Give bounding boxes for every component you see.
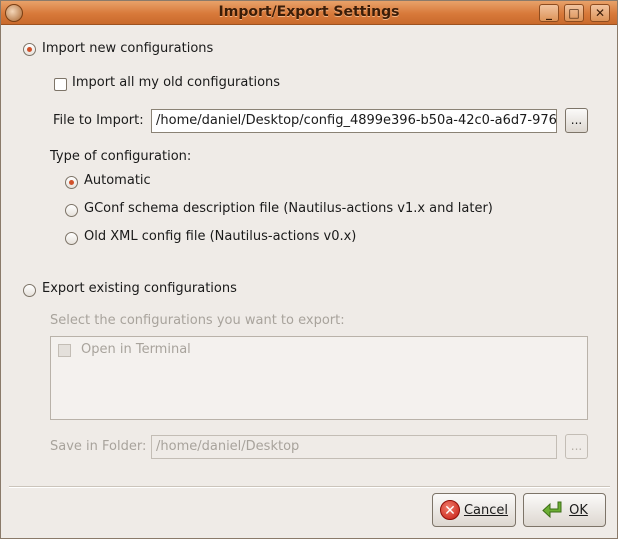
save-folder-input[interactable]: /home/daniel/Desktop xyxy=(151,435,557,459)
import-export-dialog: Import/Export Settings _ □ ✕ Import new … xyxy=(0,0,618,539)
export-select-label: Select the configurations you want to ex… xyxy=(50,313,345,328)
file-to-import-input[interactable]: /home/daniel/Desktop/config_4899e396-b50… xyxy=(151,109,557,133)
export-browse-button[interactable]: ... xyxy=(565,434,588,459)
cancel-button[interactable]: ✕ Cancel xyxy=(432,493,516,527)
separator xyxy=(9,486,610,488)
ok-button-label: OK xyxy=(569,502,588,518)
save-folder-label: Save in Folder: xyxy=(50,439,147,454)
export-config-list[interactable]: Open in Terminal xyxy=(50,336,588,420)
export-item-checkbox[interactable] xyxy=(58,344,71,357)
title-bar[interactable]: Import/Export Settings _ □ ✕ xyxy=(1,1,617,25)
close-button[interactable]: ✕ xyxy=(590,4,610,22)
export-item-label[interactable]: Open in Terminal xyxy=(81,342,191,357)
type-gconf-label[interactable]: GConf schema description file (Nautilus-… xyxy=(84,201,493,216)
export-radio[interactable] xyxy=(23,284,36,297)
cancel-icon: ✕ xyxy=(439,500,460,520)
import-old-label[interactable]: Import all my old configurations xyxy=(72,75,280,90)
type-oldxml-radio[interactable] xyxy=(65,232,78,245)
ok-arrow-icon xyxy=(542,501,562,519)
import-radio[interactable] xyxy=(23,43,36,56)
import-radio-label[interactable]: Import new configurations xyxy=(42,41,213,56)
type-gconf-radio[interactable] xyxy=(65,204,78,217)
type-automatic-radio[interactable] xyxy=(65,176,78,189)
export-radio-label[interactable]: Export existing configurations xyxy=(42,281,237,296)
cancel-button-label: Cancel xyxy=(463,502,509,518)
type-automatic-label[interactable]: Automatic xyxy=(84,173,151,188)
import-browse-button[interactable]: ... xyxy=(565,108,588,133)
config-type-label: Type of configuration: xyxy=(50,149,192,164)
import-old-checkbox[interactable] xyxy=(54,78,67,91)
type-oldxml-label[interactable]: Old XML config file (Nautilus-actions v0… xyxy=(84,229,356,244)
window-title: Import/Export Settings xyxy=(218,4,400,20)
minimize-button[interactable]: _ xyxy=(539,4,559,22)
ok-button[interactable]: OK xyxy=(523,493,606,527)
maximize-button[interactable]: □ xyxy=(564,4,584,22)
file-to-import-label: File to Import: xyxy=(53,113,144,128)
